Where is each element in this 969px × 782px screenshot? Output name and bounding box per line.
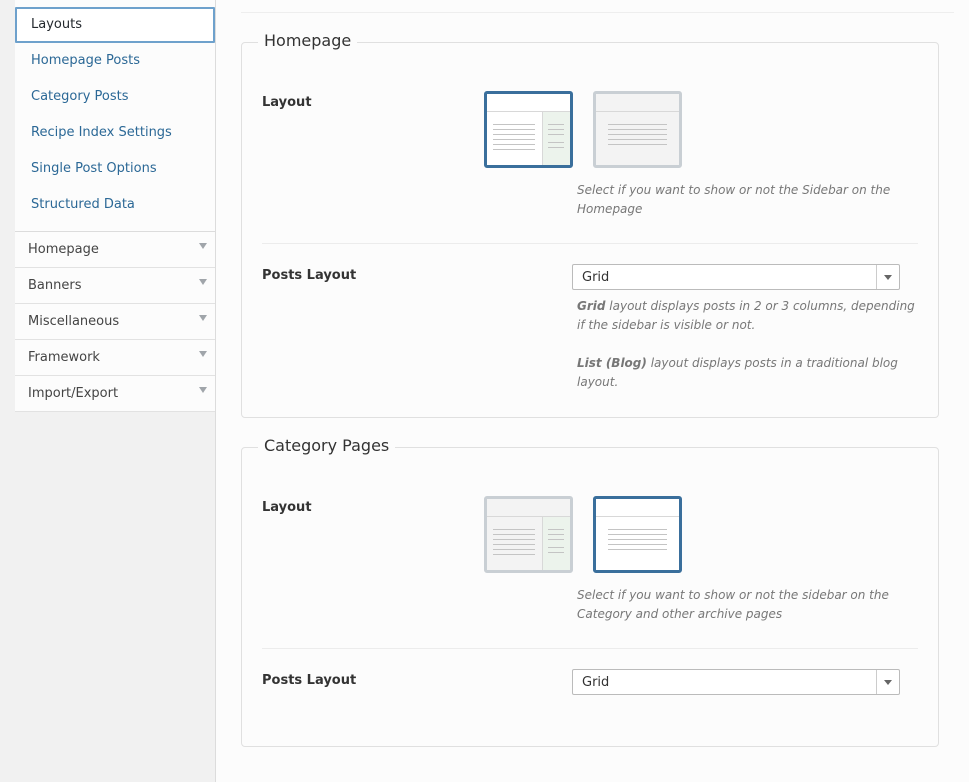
submenu-item-recipe-index-settings[interactable]: Recipe Index Settings bbox=[15, 115, 215, 151]
chevron-down-icon bbox=[884, 680, 892, 685]
layout-option-no-sidebar[interactable] bbox=[593, 496, 682, 573]
posts-layout-label: Posts Layout bbox=[262, 268, 357, 283]
dropdown-button[interactable] bbox=[876, 670, 899, 694]
divider bbox=[262, 243, 918, 244]
section-title: Homepage bbox=[258, 31, 358, 50]
chevron-down-icon bbox=[199, 243, 207, 249]
posts-layout-select[interactable]: Grid bbox=[572, 669, 900, 695]
sidebar-group-label: Import/Export bbox=[28, 386, 119, 401]
chevron-down-icon bbox=[199, 279, 207, 285]
submenu-item-layouts[interactable]: Layouts bbox=[15, 7, 215, 43]
posts-layout-selected-value: Grid bbox=[582, 270, 610, 285]
sidebar-group-banners[interactable]: Banners bbox=[15, 268, 215, 304]
layout-help-text: Select if you want to show or not the Si… bbox=[577, 183, 891, 216]
divider bbox=[262, 648, 918, 649]
posts-layout-label: Posts Layout bbox=[262, 673, 357, 688]
sidebar-group-framework[interactable]: Framework bbox=[15, 340, 215, 376]
chevron-down-icon bbox=[199, 351, 207, 357]
dropdown-button[interactable] bbox=[876, 265, 899, 289]
submenu-item-single-post-options[interactable]: Single Post Options bbox=[15, 151, 215, 187]
list-help-bold: List (Blog) bbox=[577, 356, 647, 370]
submenu-item-homepage-posts[interactable]: Homepage Posts bbox=[15, 43, 215, 79]
posts-layout-select[interactable]: Grid bbox=[572, 264, 900, 290]
sidebar-group-label: Banners bbox=[28, 278, 82, 293]
posts-layout-selected-value: Grid bbox=[582, 675, 610, 690]
section-title: Category Pages bbox=[258, 436, 396, 455]
submenu-item-category-posts[interactable]: Category Posts bbox=[15, 79, 215, 115]
sidebar-group-label: Framework bbox=[28, 350, 100, 365]
chevron-down-icon bbox=[199, 315, 207, 321]
grid-help-body: layout displays posts in 2 or 3 columns,… bbox=[577, 299, 915, 332]
homepage-section: Homepage Layout Select if you want to sh… bbox=[241, 31, 939, 418]
chevron-down-icon bbox=[199, 387, 207, 393]
layout-label: Layout bbox=[262, 500, 312, 515]
submenu-item-structured-data[interactable]: Structured Data bbox=[15, 187, 215, 223]
grid-help-text: Grid layout displays posts in 2 or 3 col… bbox=[577, 297, 917, 335]
layout-option-with-sidebar[interactable] bbox=[484, 91, 573, 168]
options-panel: Homepage Layout Select if you want to sh… bbox=[216, 0, 969, 782]
sidebar-group-miscellaneous[interactable]: Miscellaneous bbox=[15, 304, 215, 340]
options-sidebar: Layouts Homepage Posts Category Posts Re… bbox=[15, 0, 216, 782]
sidebar-group-homepage[interactable]: Homepage bbox=[15, 232, 215, 268]
layout-option-no-sidebar[interactable] bbox=[593, 91, 682, 168]
layout-label: Layout bbox=[262, 95, 312, 110]
chevron-down-icon bbox=[884, 275, 892, 280]
grid-help-bold: Grid bbox=[577, 299, 606, 313]
sidebar-group-label: Miscellaneous bbox=[28, 314, 120, 329]
layout-help-text: Select if you want to show or not the si… bbox=[577, 588, 889, 621]
divider bbox=[241, 12, 954, 13]
sidebar-group-label: Homepage bbox=[28, 242, 99, 257]
category-pages-section: Category Pages Layout Select if you want… bbox=[241, 436, 939, 747]
list-help-text: List (Blog) layout displays posts in a t… bbox=[577, 354, 927, 392]
sidebar-group-import-export[interactable]: Import/Export bbox=[15, 376, 215, 412]
layout-option-with-sidebar[interactable] bbox=[484, 496, 573, 573]
layouts-submenu: Layouts Homepage Posts Category Posts Re… bbox=[15, 0, 215, 232]
